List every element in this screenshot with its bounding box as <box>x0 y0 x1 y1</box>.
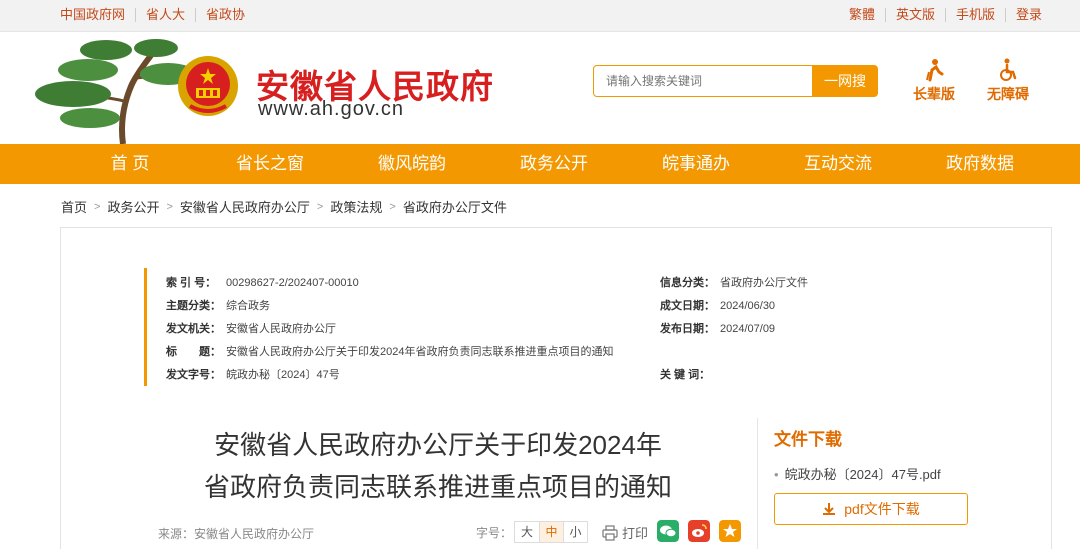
site-header: 安徽省人民政府 www.ah.gov.cn 一网搜 长辈版 无障碍 <box>0 32 1080 144</box>
meta-category-label: 信息分类： <box>660 277 715 289</box>
accessibility-mode-label: 无障碍 <box>987 86 1029 102</box>
pine-tree-logo <box>35 39 196 144</box>
breadcrumb-policy[interactable]: 政策法规 <box>330 197 382 216</box>
meta-issuer-label: 发文机关： <box>166 323 221 335</box>
main-nav: 首 页 省长之窗 徽风皖韵 政务公开 皖事通办 互动交流 政府数据 <box>0 144 1080 184</box>
nav-governor[interactable]: 省长之窗 <box>220 144 320 184</box>
meta-issuer-value: 安徽省人民政府办公厅 <box>226 323 336 335</box>
meta-doc-no-value: 皖政办秘〔2024〕47号 <box>226 369 340 381</box>
pdf-download-label: pdf文件下载 <box>844 501 920 517</box>
accessibility-mode-button[interactable]: 无障碍 <box>978 58 1038 104</box>
meta-title: 标 题： 安徽省人民政府办公厅关于印发2024年省政府负责同志联系推进重点项目的通… <box>166 343 613 359</box>
meta-index-value: 00298627-2/202407-00010 <box>226 277 359 289</box>
meta-date-written: 成文日期： 2024/06/30 <box>660 297 775 313</box>
print-button[interactable]: 打印 <box>602 523 648 542</box>
breadcrumb: 首页 > 政务公开 > 安徽省人民政府办公厅 > 政策法规 > 省政府办公厅文件 <box>61 197 507 216</box>
nav-data[interactable]: 政府数据 <box>930 144 1030 184</box>
link-login[interactable]: 登录 <box>1004 8 1052 22</box>
weibo-share-icon[interactable] <box>688 520 710 542</box>
breadcrumb-gov-affairs[interactable]: 政务公开 <box>107 197 159 216</box>
font-size-large[interactable]: 大 <box>515 522 539 542</box>
meta-category: 信息分类： 省政府办公厅文件 <box>660 274 808 290</box>
meta-issuer: 发文机关： 安徽省人民政府办公厅 <box>166 320 336 336</box>
chevron-right-icon: > <box>94 200 101 213</box>
download-icon <box>823 503 836 515</box>
font-size-label: 字号： <box>476 525 513 540</box>
site-url: www.ah.gov.cn <box>258 98 405 120</box>
article-source: 来源：安徽省人民政府办公厅 <box>158 527 315 541</box>
printer-icon <box>602 524 618 541</box>
top-links-right: 繁體 英文版 手机版 登录 <box>849 8 1052 22</box>
meta-published-value: 2024/07/09 <box>720 323 776 335</box>
chevron-right-icon: > <box>316 200 324 213</box>
nav-services[interactable]: 皖事通办 <box>646 144 746 184</box>
meta-doc-no: 发文字号： 皖政办秘〔2024〕47号 <box>166 366 340 382</box>
meta-date-written-label: 成文日期： <box>660 300 715 312</box>
breadcrumb-office[interactable]: 安徽省人民政府办公厅 <box>180 197 310 216</box>
chevron-right-icon: > <box>166 200 173 213</box>
top-bar: 中国政府网 省人大 省政协 繁體 英文版 手机版 登录 <box>0 0 1080 32</box>
meta-topic-value: 综合政务 <box>226 300 270 312</box>
meta-published-label: 发布日期： <box>660 323 715 335</box>
breadcrumb-office-docs[interactable]: 省政府办公厅文件 <box>403 197 507 216</box>
link-provincial-congress[interactable]: 省人大 <box>135 8 195 22</box>
elder-mode-label: 长辈版 <box>913 86 955 102</box>
nav-interaction[interactable]: 互动交流 <box>788 144 888 184</box>
download-section-title: 文件下载 <box>774 430 842 449</box>
meta-index: 索 引 号： 00298627-2/202407-00010 <box>166 274 359 290</box>
article-title: 安徽省人民政府办公厅关于印发2024年 省政府负责同志联系推进重点项目的通知 <box>168 424 708 508</box>
download-file-link[interactable]: • 皖政办秘〔2024〕47号.pdf <box>774 464 941 483</box>
download-file-name: 皖政办秘〔2024〕47号.pdf <box>784 467 941 482</box>
search-input[interactable] <box>593 65 813 97</box>
wheelchair-icon <box>1000 58 1017 81</box>
link-mobile[interactable]: 手机版 <box>944 8 1005 22</box>
column-divider <box>757 418 758 549</box>
chevron-right-icon: > <box>389 200 396 213</box>
meta-index-label: 索 引 号： <box>166 277 217 289</box>
font-size-options: 大 中 小 <box>514 521 589 543</box>
article-title-line2: 省政府负责同志联系推进重点项目的通知 <box>203 472 672 502</box>
meta-doc-no-label: 发文字号： <box>166 369 221 381</box>
meta-keywords-label: 关 键 词： <box>660 369 711 381</box>
national-emblem-icon <box>178 56 238 116</box>
meta-title-value: 安徽省人民政府办公厅关于印发2024年省政府负责同志联系推进重点项目的通知 <box>226 346 614 358</box>
pdf-download-button[interactable]: pdf文件下载 <box>774 493 968 525</box>
meta-category-value: 省政府办公厅文件 <box>720 277 808 289</box>
font-size-control: 字号： 大 中 小 <box>476 521 589 543</box>
search-button[interactable]: 一网搜 <box>812 65 878 97</box>
meta-title-label: 标 题： <box>166 346 221 358</box>
top-links-left: 中国政府网 省人大 省政协 <box>60 8 255 22</box>
nav-gov-affairs[interactable]: 政务公开 <box>504 144 604 184</box>
nav-culture[interactable]: 徽风皖韵 <box>362 144 462 184</box>
bullet-icon: • <box>774 467 779 482</box>
favorite-star-icon[interactable] <box>719 520 741 542</box>
wechat-share-icon[interactable] <box>657 520 679 542</box>
meta-keywords: 关 键 词： <box>660 366 720 382</box>
meta-published: 发布日期： 2024/07/09 <box>660 320 775 336</box>
article-title-line1: 安徽省人民政府办公厅关于印发2024年 <box>214 430 662 460</box>
link-china-gov[interactable]: 中国政府网 <box>60 8 135 22</box>
document-metadata: 索 引 号： 00298627-2/202407-00010 信息分类： 省政府办公… <box>144 268 884 386</box>
print-label: 打印 <box>622 526 649 541</box>
link-provincial-cppcc[interactable]: 省政协 <box>195 8 255 22</box>
meta-topic-label: 主题分类： <box>166 300 221 312</box>
breadcrumb-home[interactable]: 首页 <box>61 197 87 216</box>
nav-home[interactable]: 首 页 <box>90 144 170 184</box>
font-size-medium[interactable]: 中 <box>539 522 564 542</box>
elder-mode-button[interactable]: 长辈版 <box>904 58 964 104</box>
link-traditional-chinese[interactable]: 繁體 <box>849 8 885 22</box>
meta-date-written-value: 2024/06/30 <box>720 300 776 312</box>
elder-person-icon <box>926 59 944 82</box>
font-size-small[interactable]: 小 <box>563 522 587 542</box>
link-english[interactable]: 英文版 <box>884 8 945 22</box>
meta-topic: 主题分类： 综合政务 <box>166 297 270 313</box>
